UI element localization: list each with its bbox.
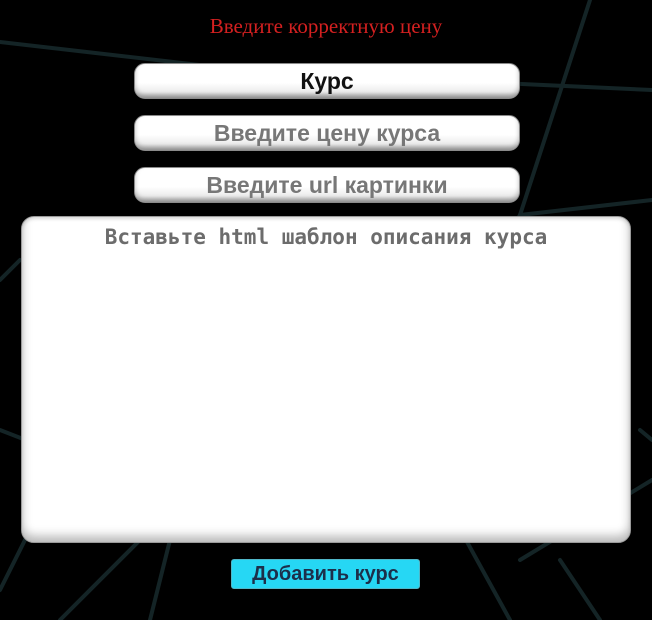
course-description-textarea[interactable]: Вставьте html шаблон описания курса xyxy=(21,216,631,543)
add-course-button[interactable]: Добавить курс xyxy=(231,559,420,589)
course-price-input[interactable]: Введите цену курса xyxy=(134,115,520,151)
course-title-input[interactable]: Курс xyxy=(134,63,520,99)
course-form-page: Введите корректную цену Курс Введите цен… xyxy=(0,0,652,620)
price-error-message: Введите корректную цену xyxy=(209,14,443,38)
description-placeholder: Вставьте html шаблон описания курса xyxy=(104,225,548,249)
image-url-input[interactable]: Введите url картинки xyxy=(134,167,520,203)
